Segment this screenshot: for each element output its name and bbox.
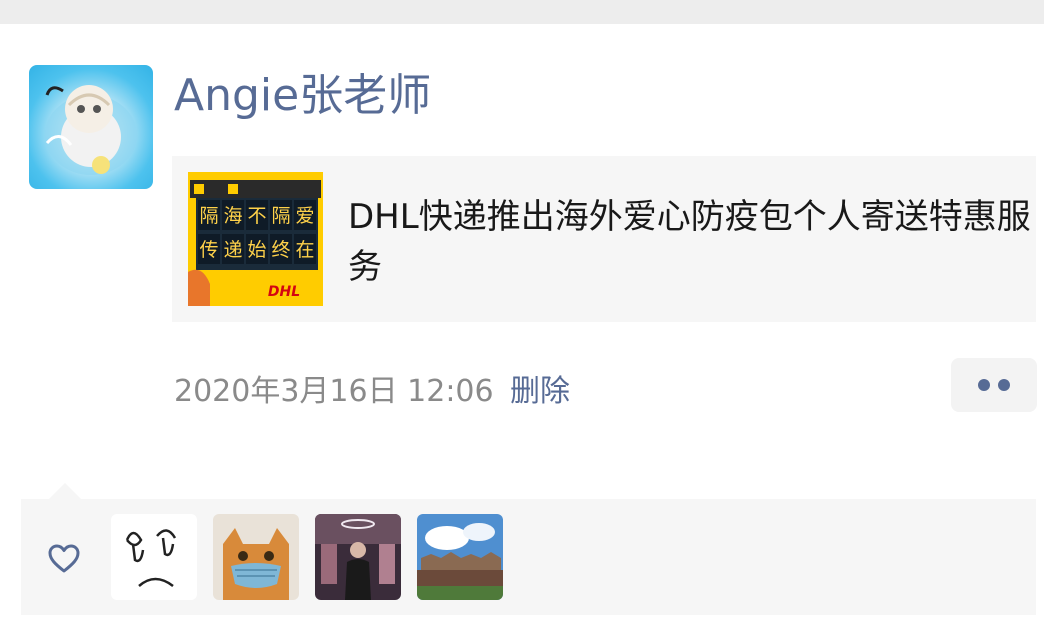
poster-char: 隔 (271, 205, 290, 227)
poster-char: 不 (247, 205, 266, 227)
author-name[interactable]: Angie张老师 (174, 66, 431, 126)
top-divider-bar (0, 0, 1044, 24)
heart-outline-icon (48, 544, 80, 573)
masked-cat-icon (213, 514, 299, 600)
liker-avatar-drawing[interactable] (111, 514, 197, 600)
more-dot-icon (978, 379, 990, 391)
person-photo-icon (315, 514, 401, 600)
poster-char: 递 (223, 239, 242, 261)
poster-char: 在 (295, 239, 314, 261)
shared-link-card[interactable]: 隔 海 不 隔 爱 传 递 始 终 在 DHL DHL快递推出海外爱心防疫包个人… (172, 156, 1036, 322)
dhl-logo: DHL (268, 284, 300, 300)
poster-char: 海 (223, 205, 242, 227)
poster-char: 传 (199, 239, 218, 261)
author-avatar[interactable] (29, 65, 153, 189)
poster-char: 隔 (199, 205, 218, 227)
sketch-face-icon (111, 514, 197, 600)
likes-pointer (49, 483, 81, 499)
poster-char: 终 (271, 239, 290, 261)
liker-avatar-landscape[interactable] (417, 514, 503, 600)
landscape-photo-icon (417, 514, 503, 600)
link-title: DHL快递推出海外爱心防疫包个人寄送特惠服务 (348, 197, 1031, 287)
poster-char: 始 (247, 239, 266, 261)
doraemon-avatar-icon (45, 85, 137, 175)
more-options-button[interactable] (951, 358, 1037, 412)
more-dot-icon (998, 379, 1010, 391)
poster-char: 爱 (295, 205, 314, 227)
likes-panel (21, 499, 1036, 615)
post-timestamp: 2020年3月16日 12:06 (174, 374, 494, 409)
liker-avatar-cat[interactable] (213, 514, 299, 600)
liker-avatar-person[interactable] (315, 514, 401, 600)
delete-button[interactable]: 删除 (510, 370, 570, 414)
dhl-poster-image: 隔 海 不 隔 爱 传 递 始 终 在 DHL (188, 172, 323, 306)
link-thumbnail: 隔 海 不 隔 爱 传 递 始 终 在 DHL (188, 172, 323, 306)
